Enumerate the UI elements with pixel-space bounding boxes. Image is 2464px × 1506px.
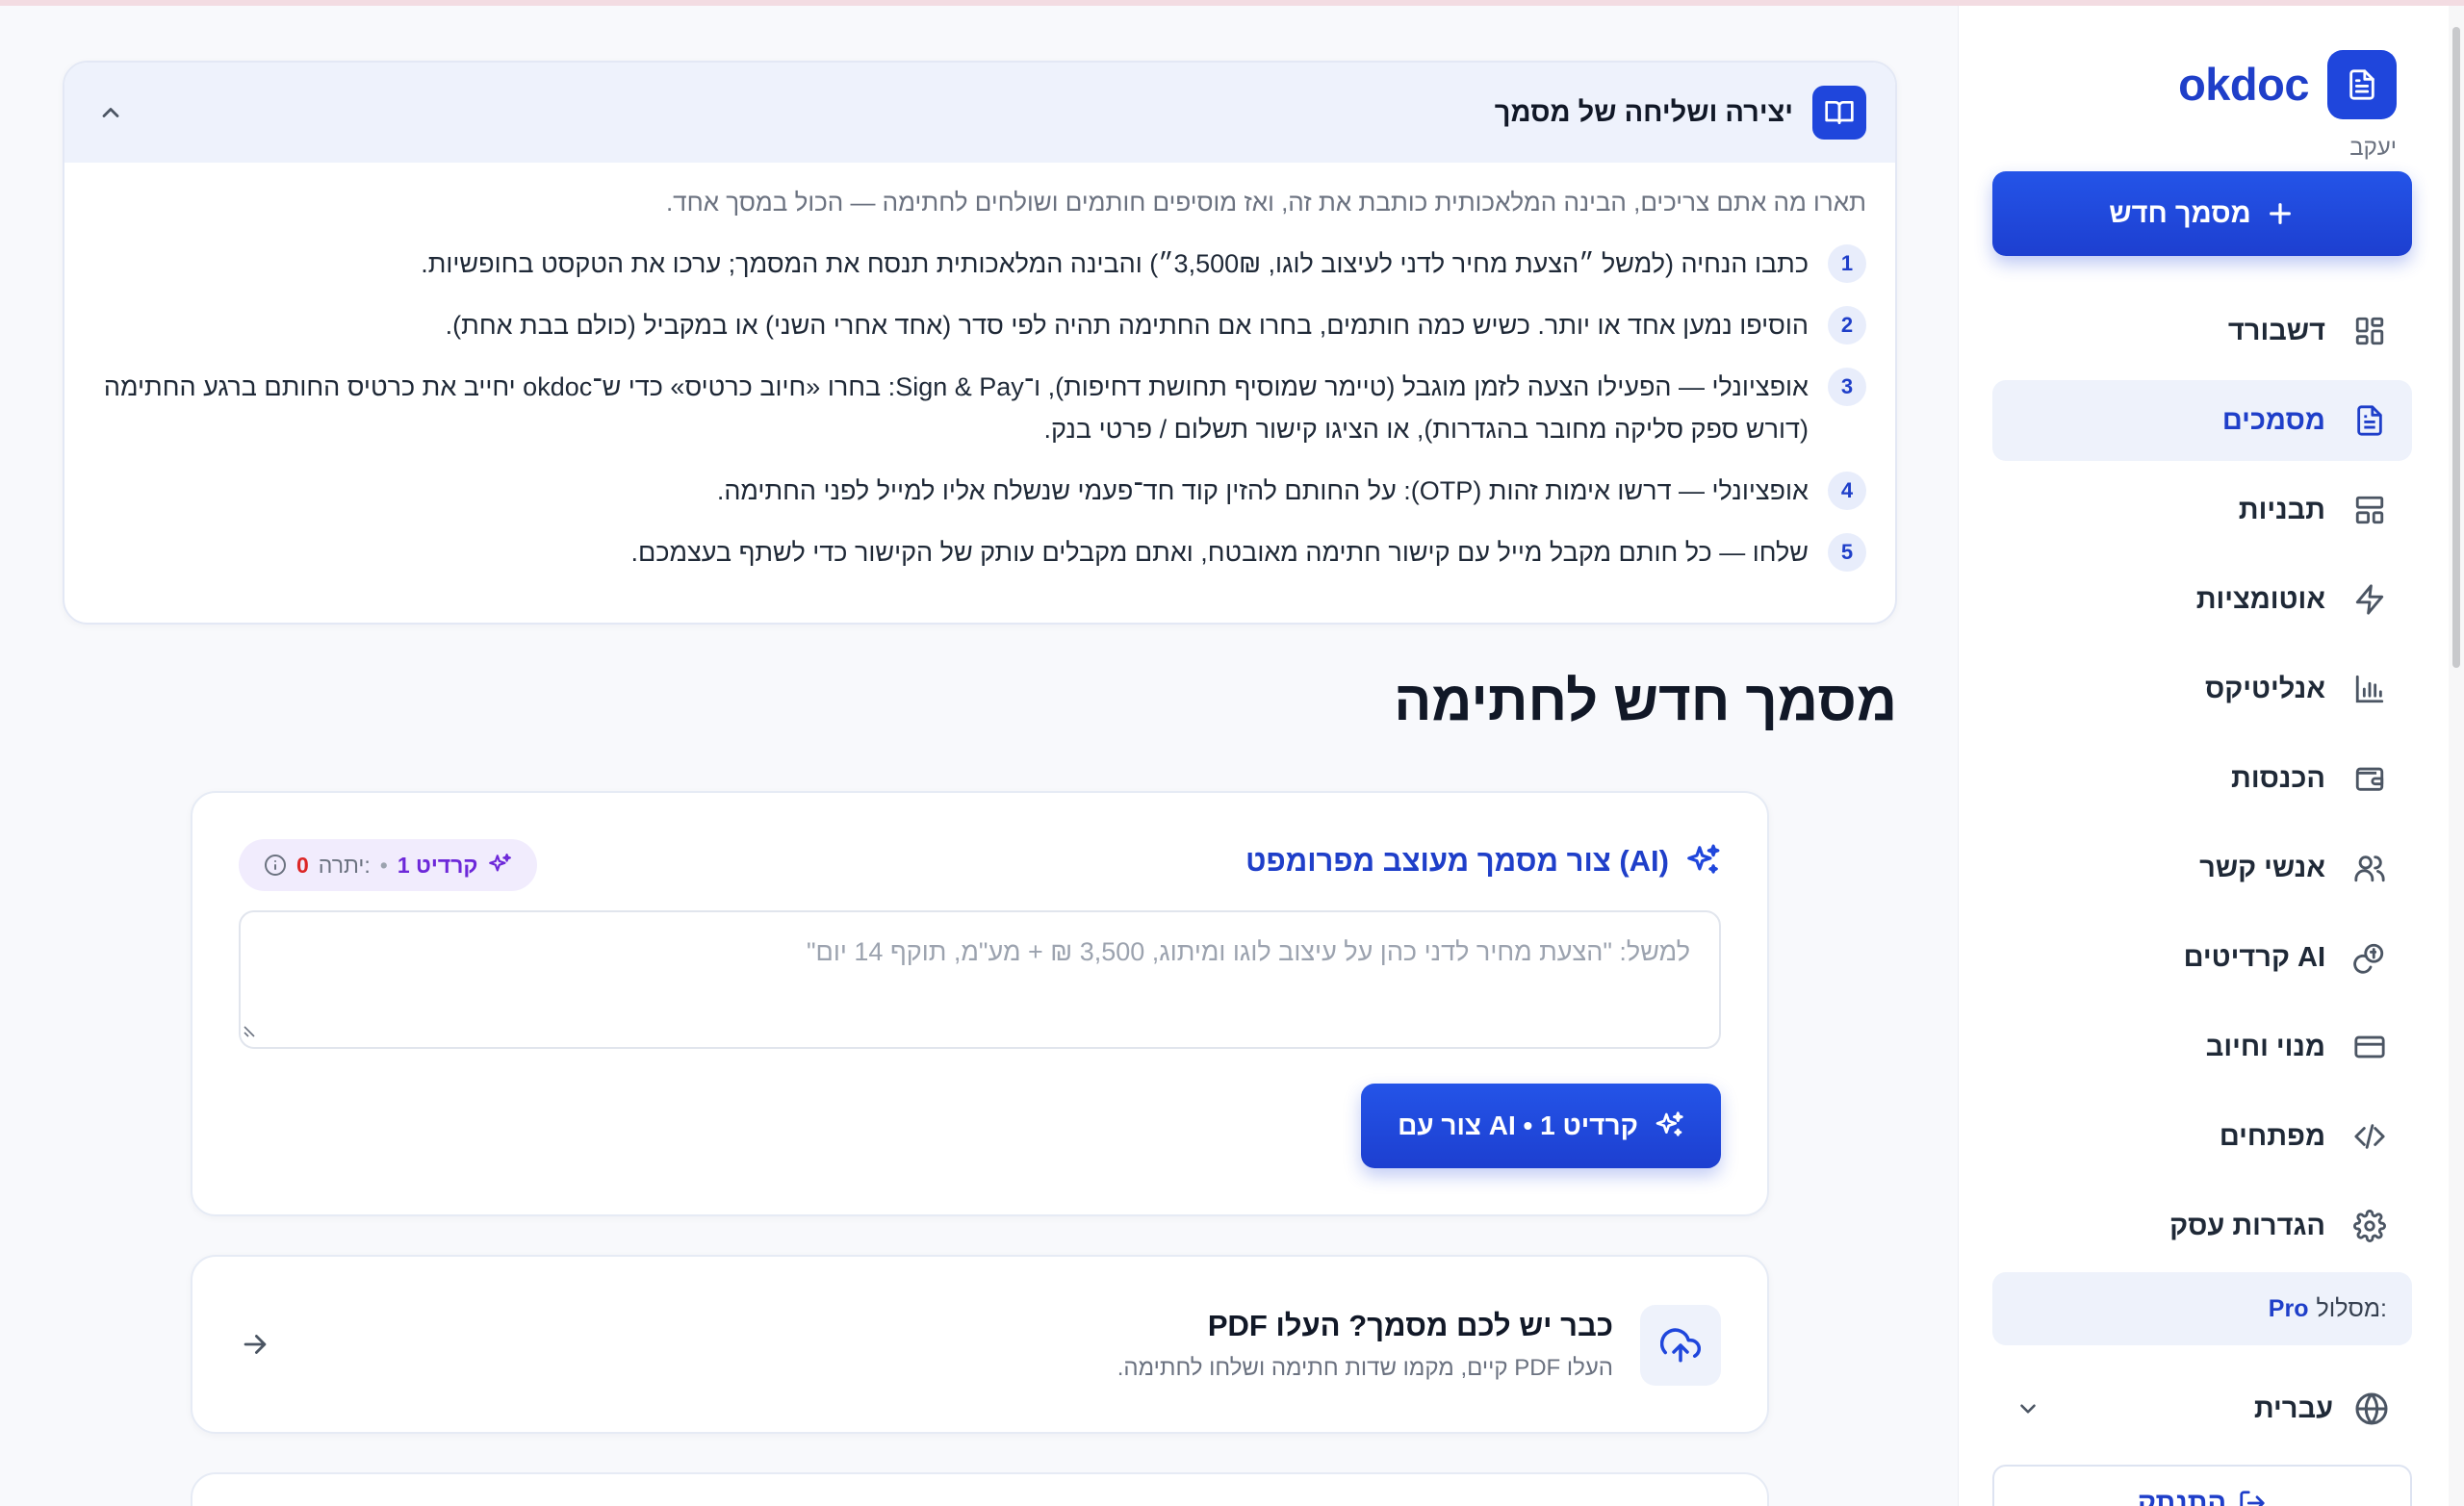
coins-icon xyxy=(2350,938,2389,977)
step-text: אופציונלי — הפעילו הצעה לזמן מוגבל (טיימ… xyxy=(103,372,1809,444)
sidebar-item-developers[interactable]: מפתחים xyxy=(1992,1096,2412,1177)
sidebar-item-label: אוטומציות xyxy=(2195,583,2325,615)
step-number: 4 xyxy=(1828,472,1866,510)
sidebar-item-revenue[interactable]: הכנסות xyxy=(1992,738,2412,819)
sparkles-icon xyxy=(489,854,512,872)
sidebar-item-billing[interactable]: מנוי וחיוב xyxy=(1992,1007,2412,1087)
page-scrollbar[interactable] xyxy=(2449,6,2464,1506)
templates-icon xyxy=(2350,491,2389,529)
guide-step: 3 אופציונלי — הפעילו הצעה לזמן מוגבל (טי… xyxy=(93,366,1866,450)
logout-label: התנתק xyxy=(2137,1487,2227,1506)
plan-label: מסלול: xyxy=(2316,1294,2387,1322)
sidebar-item-automations[interactable]: אוטומציות xyxy=(1992,559,2412,640)
wallet-icon xyxy=(2350,759,2389,798)
guide-panel: יצירה ושליחה של מסמך תארו מה אתם צריכים,… xyxy=(63,61,1897,625)
chevron-down-icon xyxy=(1992,1396,2040,1421)
sidebar-item-dashboard[interactable]: דשבורד xyxy=(1992,291,2412,371)
users-icon xyxy=(2350,849,2389,887)
guide-body: תארו מה אתם צריכים, הבינה המלאכותית כותב… xyxy=(64,163,1895,574)
bar-chart-icon xyxy=(2350,670,2389,708)
step-text: הוסיפו נמען אחד או יותר. כשיש כמה חותמים… xyxy=(445,311,1809,340)
step-text: כתבו הנחיה (למשל ״הצעת מחיר לדני לעיצוב … xyxy=(421,249,1809,278)
sidebar-item-label: אנליטיקס xyxy=(2205,673,2325,704)
step-number: 1 xyxy=(1828,244,1866,283)
logout-icon xyxy=(2240,1491,2265,1506)
gear-icon xyxy=(2350,1207,2389,1245)
sidebar-item-templates[interactable]: תבניות xyxy=(1992,470,2412,550)
generate-label: צור עם AI • 1 קרדיט xyxy=(1398,1110,1638,1140)
upload-pdf-card[interactable]: כבר יש לכם מסמך? העלו PDF העלו PDF קיים,… xyxy=(191,1255,1769,1434)
guide-header[interactable]: יצירה ושליחה של מסמך xyxy=(64,63,1895,163)
sidebar-item-documents[interactable]: מסמכים xyxy=(1992,380,2412,461)
upload-cloud-icon xyxy=(1640,1305,1721,1386)
sidebar-item-label: מנוי וחיוב xyxy=(2205,1031,2325,1062)
plus-icon xyxy=(2269,203,2291,224)
remaining-label: יתרה: xyxy=(318,852,371,878)
prompt-textarea[interactable]: למשל: "הצעת מחיר לדני כהן על עיצוב לוגו … xyxy=(239,910,1721,1049)
brand-logo-icon[interactable] xyxy=(2327,50,2397,119)
step-text: אופציונלי — דרשו אימות זהות (OTP): על הח… xyxy=(716,476,1809,505)
generate-with-ai-button[interactable]: צור עם AI • 1 קרדיט xyxy=(1361,1084,1721,1168)
sidebar-item-label: קרדיטים AI xyxy=(2183,941,2325,973)
brand-name[interactable]: okdoc xyxy=(2178,58,2309,111)
user-name: יעקב xyxy=(2349,135,2397,161)
arrow-right-icon xyxy=(239,1328,271,1361)
ai-card-title: צור מסמך מעוצב מפרומפט (AI) xyxy=(1245,843,1721,880)
sidebar-item-label: תבניות xyxy=(2238,494,2325,525)
page-title: מסמך חדש לחתימה xyxy=(1394,670,1897,732)
resize-handle-icon[interactable] xyxy=(243,1015,260,1045)
credit-badge: 1 קרדיט • יתרה: 0 xyxy=(239,839,538,891)
sidebar-item-ai-credits[interactable]: קרדיטים AI xyxy=(1992,917,2412,998)
upload-title: כבר יש לכם מסמך? העלו PDF xyxy=(1207,1309,1613,1342)
ai-card-title-text: צור מסמך מעוצב מפרומפט (AI) xyxy=(1245,844,1669,878)
step-number: 5 xyxy=(1828,533,1866,572)
upload-subtitle: העלו PDF קיים, מקמו שדות חתימה ושלחו לחת… xyxy=(1116,1355,1613,1381)
sidebar-nav: דשבורד מסמכים תבניות אוטומציות אנליטיקס … xyxy=(1992,291,2412,1275)
plan-value: Pro xyxy=(2268,1294,2309,1322)
sidebar-item-label: מסמכים xyxy=(2221,404,2325,436)
guide-intro: תארו מה אתם צריכים, הבינה המלאכותית כותב… xyxy=(665,188,1866,217)
credit-card-icon xyxy=(2350,1028,2389,1066)
guide-step: 2 הוסיפו נמען אחד או יותר. כשיש כמה חותמ… xyxy=(93,304,1866,346)
step-number: 2 xyxy=(1828,306,1866,345)
sidebar-item-label: דשבורד xyxy=(2227,315,2325,346)
lightning-icon xyxy=(2350,580,2389,619)
sidebar-item-label: מפתחים xyxy=(2219,1120,2325,1152)
step-text: שלחו — כל חותם מקבל מייל עם קישור חתימה … xyxy=(630,538,1810,567)
document-icon xyxy=(2350,401,2389,440)
book-icon xyxy=(1812,86,1866,140)
sparkles-icon xyxy=(1656,1111,1683,1136)
scrollbar-thumb[interactable] xyxy=(2452,27,2460,668)
guide-step: 1 כתבו הנחיה (למשל ״הצעת מחיר לדני לעיצו… xyxy=(93,242,1866,285)
sidebar-item-label: הכנסות xyxy=(2231,762,2325,794)
sidebar-item-label: אנשי קשר xyxy=(2199,852,2325,883)
dashboard-icon xyxy=(2350,312,2389,350)
sparkles-icon xyxy=(1687,844,1720,874)
logout-button[interactable]: התנתק xyxy=(1992,1465,2412,1506)
prompt-placeholder: למשל: "הצעת מחיר לדני כהן על עיצוב לוגו … xyxy=(806,937,1690,966)
sidebar-item-analytics[interactable]: אנליטיקס xyxy=(1992,649,2412,729)
info-icon[interactable] xyxy=(264,854,287,877)
chevron-up-icon[interactable] xyxy=(64,99,124,126)
ai-generate-card: צור מסמך מעוצב מפרומפט (AI) 1 קרדיט • ית… xyxy=(191,791,1769,1216)
badge-separator: • xyxy=(379,852,388,878)
sidebar-item-business-settings[interactable]: הגדרות עסק xyxy=(1992,1186,2412,1266)
globe-icon xyxy=(2354,1391,2389,1426)
sidebar-item-label: הגדרות עסק xyxy=(2169,1210,2325,1241)
sidebar-item-contacts[interactable]: אנשי קשר xyxy=(1992,828,2412,908)
next-option-card[interactable] xyxy=(191,1472,1769,1506)
new-document-label: מסמך חדש xyxy=(2109,197,2251,229)
credit-cost: 1 קרדיט xyxy=(397,852,478,878)
step-number: 3 xyxy=(1828,368,1866,406)
plan-indicator: מסלול: Pro xyxy=(1992,1272,2412,1345)
guide-step: 5 שלחו — כל חותם מקבל מייל עם קישור חתימ… xyxy=(93,531,1866,574)
language-selector[interactable]: עברית xyxy=(1992,1370,2412,1447)
language-label: עברית xyxy=(2253,1392,2333,1424)
remaining-value: 0 xyxy=(296,852,309,878)
code-icon xyxy=(2350,1117,2389,1156)
guide-step: 4 אופציונלי — דרשו אימות זהות (OTP): על … xyxy=(93,470,1866,512)
new-document-button[interactable]: מסמך חדש xyxy=(1992,171,2412,256)
guide-title: יצירה ושליחה של מסמך xyxy=(1494,96,1793,128)
